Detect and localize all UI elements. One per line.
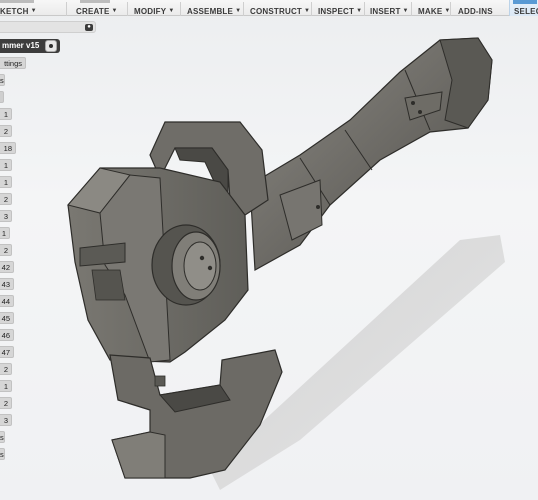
chevron-down-icon: ▼: [235, 8, 242, 14]
active-document-radio[interactable]: [45, 40, 57, 52]
browser-tree-item[interactable]: s: [0, 74, 5, 86]
pivot-disc-inner: [183, 241, 217, 291]
browser-tree-item[interactable]: 47: [0, 346, 14, 358]
claw-front-face: [111, 431, 166, 479]
handle-rivet: [316, 205, 320, 209]
browser-tree-item[interactable]: [0, 91, 4, 103]
handle-rivet: [411, 101, 415, 105]
claw-notch: [154, 375, 166, 387]
toolbar-separator: [411, 2, 412, 16]
handle-rivet: [418, 110, 422, 114]
browser-tree-item[interactable]: 1: [0, 108, 12, 120]
inspect-menu-label: INSPECT: [318, 6, 355, 16]
modify-menu-label: MODIFY: [134, 6, 167, 16]
browser-tree-item[interactable]: 3: [0, 210, 12, 222]
browser-tree-item[interactable]: ttings: [0, 57, 26, 69]
model-render: [67, 37, 505, 490]
select-menu[interactable]: SELECT: [509, 0, 538, 16]
browser-tree-item[interactable]: 2: [0, 363, 12, 375]
insert-menu-label: INSERT: [370, 6, 401, 16]
chevron-down-icon: ▼: [402, 8, 409, 14]
browser-tree-item[interactable]: 3: [0, 414, 12, 426]
browser-tree-item[interactable]: s: [0, 431, 5, 443]
browser-tree-item[interactable]: 1: [0, 380, 12, 392]
chevron-down-icon: ▼: [304, 8, 311, 14]
sketch-menu-label: KETCH: [0, 6, 29, 16]
browser-panel-header[interactable]: ●: [0, 21, 96, 33]
make-menu[interactable]: MAKE ▼: [418, 5, 451, 17]
toolbar-separator: [450, 2, 451, 16]
construct-menu-label: CONSTRUCT: [250, 6, 303, 16]
create-menu-label: CREATE: [76, 6, 110, 16]
toolbar-icon-stub: [0, 0, 34, 3]
browser-tree-item[interactable]: 44: [0, 295, 14, 307]
canvas-viewport[interactable]: [0, 17, 538, 500]
head-slot-lower: [91, 269, 126, 301]
browser-tree-item[interactable]: 46: [0, 329, 14, 341]
browser-tree-item[interactable]: 2: [0, 193, 12, 205]
browser-tree-item[interactable]: s: [0, 448, 5, 460]
browser-tree-item[interactable]: 1: [0, 159, 12, 171]
select-icon: [513, 0, 537, 4]
toolbar-separator: [66, 2, 67, 16]
addins-menu[interactable]: ADD-INS: [458, 5, 493, 17]
addins-menu-label: ADD-INS: [458, 6, 493, 16]
insert-menu[interactable]: INSERT ▼: [370, 5, 409, 17]
pivot-rivet: [207, 265, 213, 271]
document-name: mmer v15: [2, 41, 40, 50]
browser-tree-item[interactable]: 42: [0, 261, 14, 273]
chevron-down-icon: ▼: [356, 8, 363, 14]
pin-icon[interactable]: ●: [85, 24, 93, 31]
chevron-down-icon: ▼: [168, 8, 175, 14]
browser-tree-item[interactable]: 2: [0, 244, 12, 256]
modify-menu[interactable]: MODIFY ▼: [134, 5, 174, 17]
toolbar-separator: [311, 2, 312, 16]
toolbar-separator: [243, 2, 244, 16]
toolbar-icon-stub: [80, 0, 110, 3]
toolbar-separator: [364, 2, 365, 16]
create-menu[interactable]: CREATE ▼: [76, 5, 118, 17]
select-menu-label: SELECT: [514, 6, 538, 16]
construct-menu[interactable]: CONSTRUCT ▼: [250, 5, 310, 17]
assemble-menu-label: ASSEMBLE: [187, 6, 234, 16]
chevron-down-icon: ▼: [30, 8, 37, 14]
browser-tree-item[interactable]: 18: [0, 142, 16, 154]
browser-tree-item[interactable]: 1: [0, 227, 10, 239]
browser-tree-item[interactable]: 2: [0, 397, 12, 409]
pivot-rivet: [199, 255, 205, 261]
assemble-menu[interactable]: ASSEMBLE ▼: [187, 5, 241, 17]
browser-tree-item[interactable]: 45: [0, 312, 14, 324]
make-menu-label: MAKE: [418, 6, 443, 16]
browser-tree-item[interactable]: 1: [0, 176, 12, 188]
toolbar-separator: [180, 2, 181, 16]
browser-tree-item[interactable]: 43: [0, 278, 14, 290]
inspect-menu[interactable]: INSPECT ▼: [318, 5, 362, 17]
browser-tree-item[interactable]: 2: [0, 125, 12, 137]
sketch-menu[interactable]: KETCH ▼: [0, 5, 37, 17]
toolbar-separator: [127, 2, 128, 16]
toolbar: KETCH ▼ CREATE ▼ MODIFY ▼ ASSEMBLE ▼ CONSTRU…: [0, 0, 538, 16]
chevron-down-icon: ▼: [111, 8, 118, 14]
